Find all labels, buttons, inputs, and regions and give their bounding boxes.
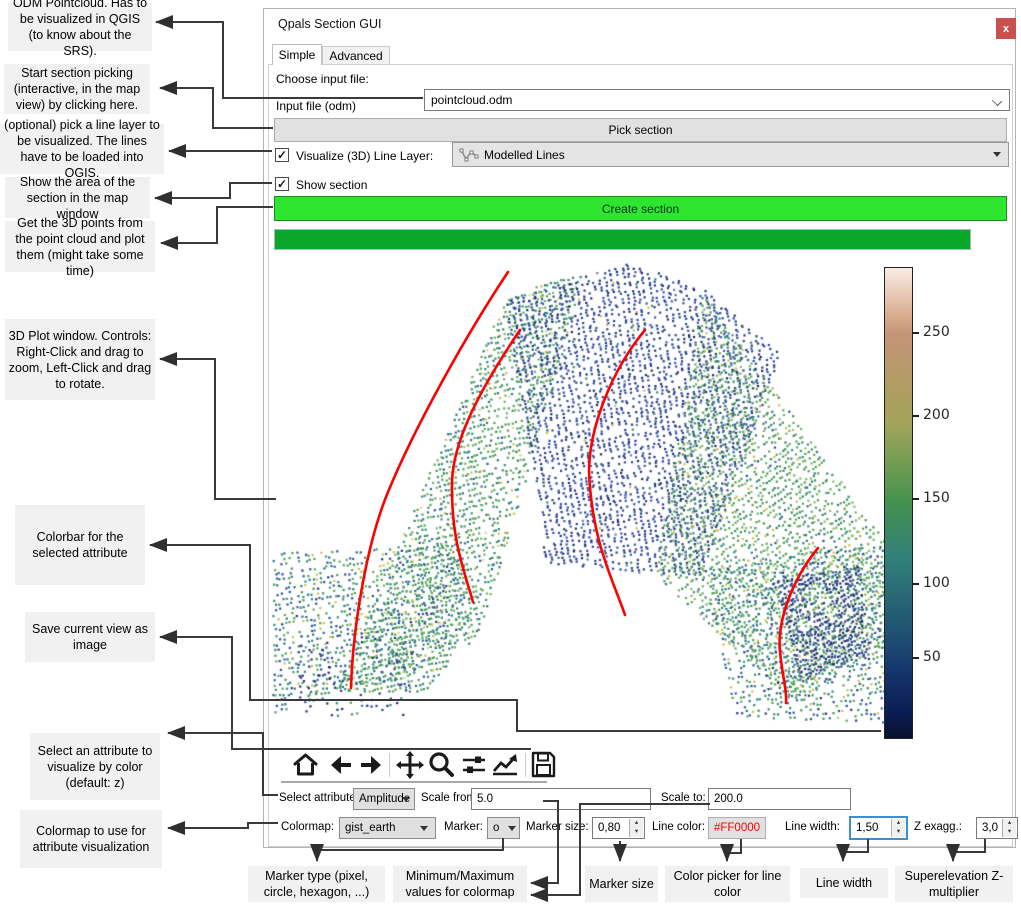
note-odm-pointcloud: ODM Pointcloud. Has to be visualized in …: [8, 3, 152, 51]
colorbar-tick-label: 150: [923, 490, 950, 506]
colorbar: 250 200 150 100 50: [884, 267, 913, 739]
home-icon[interactable]: [291, 751, 319, 779]
line-layer-combobox[interactable]: Modelled Lines: [452, 142, 1009, 167]
colorbar-tick: [913, 415, 919, 417]
colormap-dropdown[interactable]: gist_earth: [339, 817, 436, 839]
marker-size-spinner[interactable]: 0,80 ▴▾: [592, 817, 645, 839]
note-get-points: Get the 3D points from the point cloud a…: [5, 221, 155, 272]
page: ODM Pointcloud. Has to be visualized in …: [0, 0, 1021, 906]
colorbar-tick-label: 50: [923, 649, 941, 665]
tab-advanced[interactable]: Advanced: [322, 46, 390, 65]
show-section-label: Show section: [296, 178, 367, 192]
check-icon: ✓: [277, 148, 287, 162]
marker-label: Marker:: [444, 821, 483, 833]
line-width-spinner[interactable]: 1,50 ▴▾: [849, 816, 908, 840]
choose-input-label: Choose input file:: [276, 72, 369, 86]
dropdown-arrow-icon: [508, 826, 516, 831]
spinner-arrows-icon[interactable]: ▴▾: [629, 819, 643, 837]
note-min-max: Minimum/Maximum values for colormap: [393, 866, 527, 902]
dropdown-arrow-icon: [402, 797, 410, 802]
progress-bar: [274, 229, 971, 250]
dropdown-arrow-icon: [420, 826, 428, 831]
close-icon: x: [1003, 23, 1009, 35]
note-line-width: Line width: [800, 868, 888, 898]
close-button[interactable]: x: [996, 18, 1016, 39]
marker-dropdown[interactable]: o: [487, 817, 520, 839]
marker-value: o: [493, 822, 499, 834]
note-select-attribute: Select an attribute to visualize by colo…: [30, 733, 160, 800]
visualize-line-layer-checkbox[interactable]: ✓: [275, 148, 289, 162]
spinner-arrows-icon[interactable]: ▴▾: [1002, 819, 1016, 837]
axes-settings-icon[interactable]: [490, 751, 518, 779]
line-layer-value: Modelled Lines: [484, 148, 565, 162]
check-icon: ✓: [277, 177, 287, 191]
colorbar-tick: [913, 498, 919, 500]
create-section-button[interactable]: Create section: [274, 196, 1007, 221]
arrow-select-attribute: [168, 733, 278, 795]
note-start-picking: Start section picking (interactive, in t…: [4, 64, 150, 114]
scale-from-input[interactable]: 5.0: [471, 788, 651, 810]
arrow-show-area: [155, 183, 272, 198]
zoom-rect-icon[interactable]: [427, 751, 455, 779]
dropdown-arrow-icon: [993, 152, 1001, 157]
note-colormap: Colormap to use for attribute visualizat…: [20, 810, 162, 868]
z-exagg-label: Z exagg.:: [914, 821, 962, 833]
colorbar-tick: [913, 657, 919, 659]
chevron-down-icon: [992, 96, 1002, 106]
spinner-arrows-icon[interactable]: ▴▾: [891, 819, 905, 837]
line-color-button[interactable]: #FF0000: [708, 817, 766, 839]
note-colorbar: Colorbar for the selected attribute: [15, 505, 145, 585]
colormap-value: gist_earth: [345, 822, 396, 834]
note-color-picker: Color picker for line color: [665, 866, 790, 902]
toolbar-separator: [389, 753, 390, 777]
back-icon[interactable]: [326, 751, 354, 779]
save-icon[interactable]: [531, 751, 556, 779]
colorbar-tick: [913, 332, 919, 334]
pick-section-button[interactable]: Pick section: [274, 118, 1007, 142]
visualize-line-layer-label: Visualize (3D) Line Layer:: [296, 149, 433, 163]
note-line-layer: (optional) pick a line layer to be visua…: [0, 124, 164, 174]
attribute-dropdown[interactable]: Amplitude: [353, 788, 415, 810]
note-marker-size: Marker size: [585, 866, 658, 902]
note-superelevation: Superelevation Z-multiplier: [895, 866, 1013, 902]
arrow-plot-window: [160, 359, 276, 499]
colorbar-tick-label: 250: [923, 324, 950, 340]
show-section-checkbox[interactable]: ✓: [275, 177, 289, 191]
select-attribute-label: Select attribute:: [279, 792, 359, 804]
input-file-value: pointcloud.odm: [431, 93, 512, 107]
pointcloud-canvas[interactable]: [267, 252, 885, 744]
window-title: Qpals Section GUI: [278, 17, 382, 31]
z-exagg-spinner[interactable]: 3,0 ▴▾: [976, 817, 1018, 839]
arrow-colormap: [168, 823, 278, 828]
input-file-label: Input file (odm): [276, 99, 356, 113]
toolbar-underline: [281, 781, 547, 783]
configure-subplots-icon[interactable]: [460, 751, 488, 779]
note-marker-type: Marker type (pixel, circle, hexagon, ...…: [248, 866, 385, 902]
input-file-combobox[interactable]: pointcloud.odm: [424, 89, 1010, 111]
line-layer-icon: [459, 147, 479, 163]
scale-to-label: Scale to:: [661, 792, 706, 804]
pan-icon[interactable]: [396, 751, 424, 779]
marker-size-value: 0,80: [598, 822, 620, 834]
line-width-label: Line width:: [785, 821, 840, 833]
forward-icon[interactable]: [357, 751, 385, 779]
scale-to-value: 200.0: [714, 793, 743, 805]
scale-to-input[interactable]: 200.0: [708, 788, 851, 810]
colorbar-tick-label: 200: [923, 407, 950, 423]
arrow-get-points: [161, 207, 273, 243]
toolbar-separator: [525, 753, 526, 777]
z-exagg-value: 3,0: [982, 822, 998, 834]
colorbar-tick-label: 100: [923, 575, 950, 591]
line-width-value: 1,50: [856, 822, 878, 834]
note-plot-window: 3D Plot window. Controls: Right-Click an…: [5, 319, 155, 400]
colorbar-tick: [913, 583, 919, 585]
tab-simple[interactable]: Simple: [272, 44, 322, 65]
colormap-label: Colormap:: [281, 821, 334, 833]
note-show-area: Show the area of the section in the map …: [5, 177, 150, 218]
marker-size-label: Marker size:: [526, 821, 589, 833]
note-save-view: Save current view as image: [25, 612, 155, 662]
arrow-start-picking: [160, 88, 273, 128]
scale-from-value: 5.0: [477, 793, 493, 805]
line-color-label: Line color:: [652, 821, 705, 833]
